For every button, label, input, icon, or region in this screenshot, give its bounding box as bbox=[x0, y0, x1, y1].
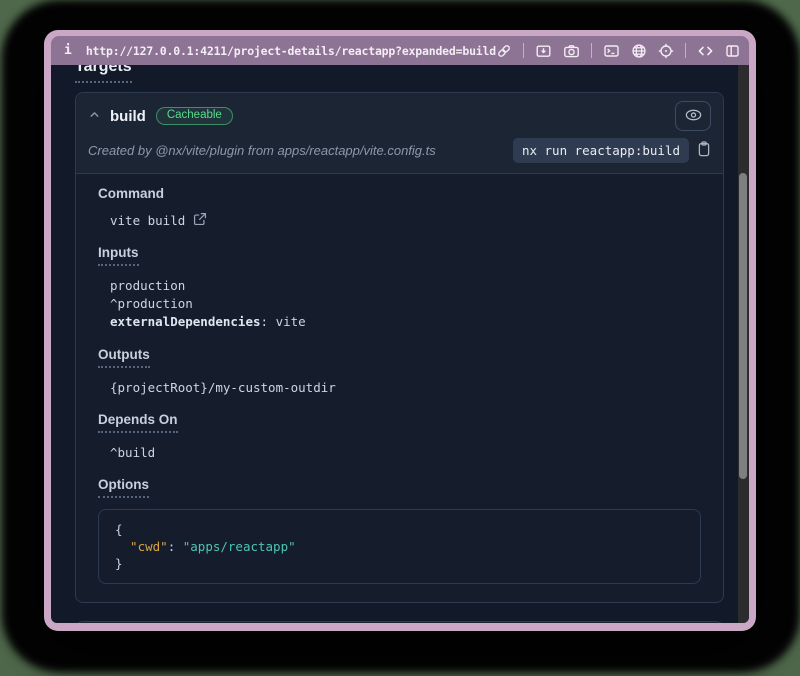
target-name: build bbox=[110, 108, 146, 125]
locate-button[interactable] bbox=[658, 43, 674, 59]
toolbar-separator bbox=[685, 43, 686, 58]
copy-command-button[interactable] bbox=[697, 141, 711, 160]
input-item: externalDependencies: vite bbox=[110, 313, 701, 331]
json-line: } bbox=[115, 555, 684, 572]
toolbar-icon-group bbox=[496, 43, 740, 59]
target-card-build: build Cacheable bbox=[75, 92, 724, 603]
terminal-button[interactable] bbox=[603, 43, 620, 59]
command-heading: Command bbox=[98, 186, 701, 201]
link-button[interactable] bbox=[496, 43, 512, 59]
browser-toolbar: i http://127.0.0.1:4211/project-details/… bbox=[51, 36, 749, 65]
build-card-header[interactable]: build Cacheable bbox=[76, 93, 723, 174]
chevron-up-icon bbox=[88, 108, 101, 124]
command-value: vite build bbox=[110, 212, 185, 229]
options-heading: Options bbox=[98, 477, 701, 498]
build-eye-button[interactable] bbox=[675, 101, 711, 131]
scrollbar-thumb[interactable] bbox=[739, 173, 747, 479]
browser-window: i http://127.0.0.1:4211/project-details/… bbox=[44, 30, 756, 631]
network-button[interactable] bbox=[631, 43, 647, 59]
input-item: ^production bbox=[110, 295, 701, 313]
code-view-button[interactable] bbox=[697, 43, 714, 59]
targets-heading: Targets bbox=[75, 65, 132, 83]
desktop-background: i http://127.0.0.1:4211/project-details/… bbox=[0, 0, 800, 676]
external-link-icon bbox=[193, 212, 207, 229]
inputs-heading: Inputs bbox=[98, 245, 701, 266]
outputs-heading: Outputs bbox=[98, 347, 701, 368]
run-command-chip: nx run reactapp:build bbox=[513, 138, 689, 163]
eye-icon bbox=[684, 107, 703, 126]
address-bar[interactable]: http://127.0.0.1:4211/project-details/re… bbox=[86, 44, 496, 58]
collapse-build-button[interactable] bbox=[88, 108, 101, 124]
created-by-text: Created by @nx/vite/plugin from apps/rea… bbox=[88, 143, 436, 158]
open-command-link[interactable] bbox=[193, 212, 207, 229]
crosshair-icon bbox=[658, 43, 674, 59]
screenshot-button[interactable] bbox=[563, 43, 580, 59]
input-item: production bbox=[110, 277, 701, 295]
terminal-icon bbox=[603, 43, 620, 59]
target-card-serve: serve vite serve bbox=[75, 621, 724, 623]
build-card-body: Command vite build bbox=[76, 174, 723, 602]
options-json-block: { "cwd": "apps/reactapp" } bbox=[98, 509, 701, 584]
split-panel-icon bbox=[725, 43, 740, 59]
browser-viewport: Targets bbox=[51, 65, 749, 623]
depends-on-item: ^build bbox=[110, 444, 701, 461]
serve-card-header[interactable]: serve vite serve bbox=[76, 622, 723, 623]
project-details-page: Targets bbox=[51, 65, 738, 623]
info-icon: i bbox=[64, 43, 72, 58]
download-tray-icon bbox=[535, 43, 552, 59]
toolbar-separator bbox=[591, 43, 592, 58]
link-icon bbox=[496, 43, 512, 59]
inputs-list: production ^production externalDependenc… bbox=[110, 277, 701, 331]
json-line: { bbox=[115, 521, 684, 538]
globe-icon bbox=[631, 43, 647, 59]
output-item: {projectRoot}/my-custom-outdir bbox=[110, 379, 701, 396]
camera-icon bbox=[563, 43, 580, 59]
code-icon bbox=[697, 43, 714, 59]
cacheable-badge: Cacheable bbox=[156, 107, 233, 126]
depends-on-heading: Depends On bbox=[98, 412, 701, 433]
toolbar-separator bbox=[523, 43, 524, 58]
scrollbar-track[interactable] bbox=[738, 65, 749, 623]
import-button[interactable] bbox=[535, 43, 552, 59]
json-line: "cwd": "apps/reactapp" bbox=[115, 538, 684, 555]
clipboard-icon bbox=[697, 141, 711, 160]
side-panel-button[interactable] bbox=[725, 43, 740, 59]
